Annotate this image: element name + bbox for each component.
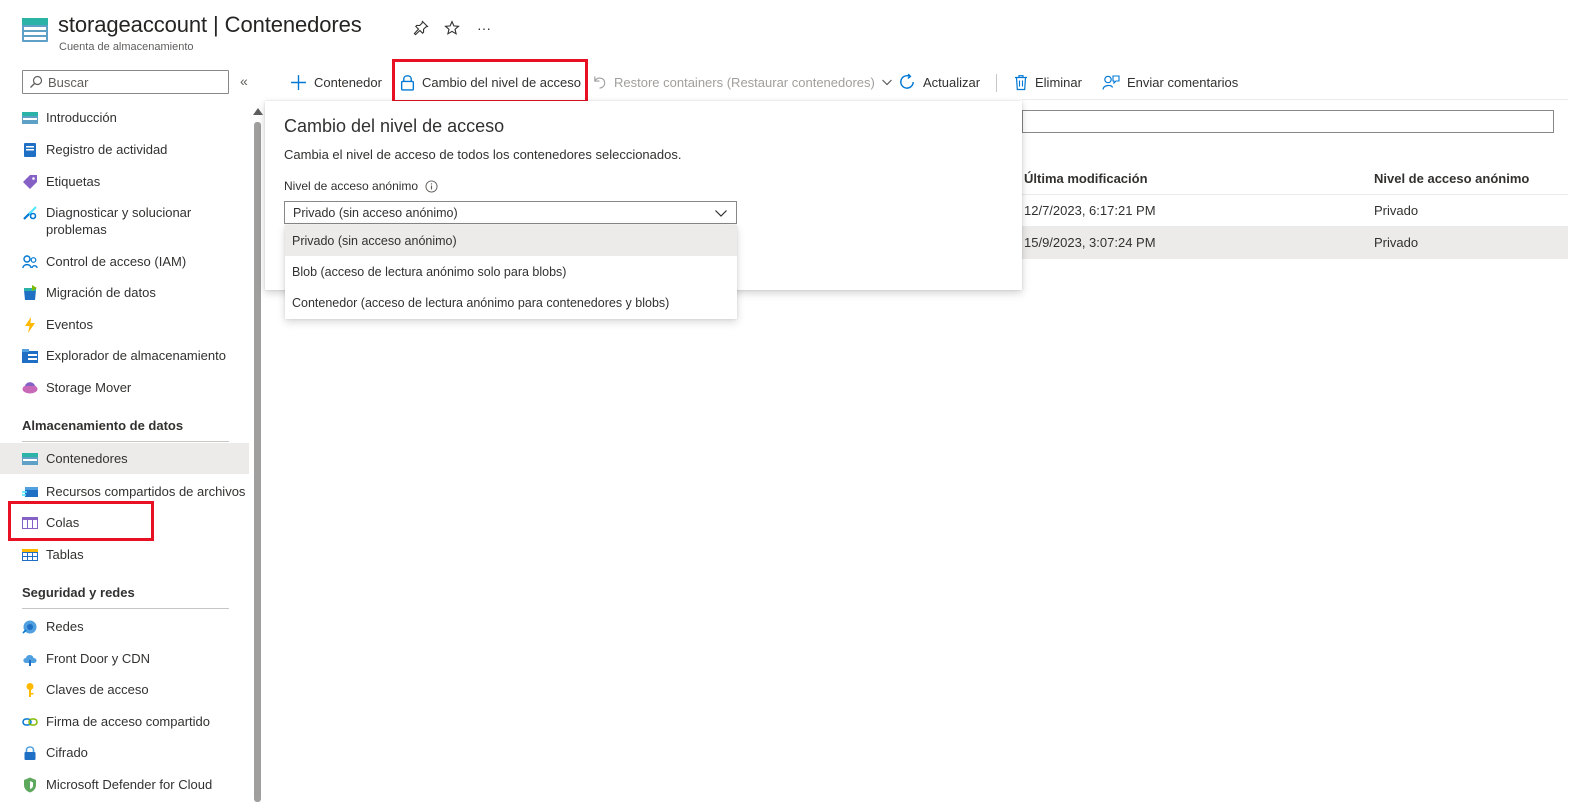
filter-input[interactable]: [1022, 110, 1554, 133]
panel-description: Cambia el nivel de acceso de todos los c…: [284, 147, 682, 162]
toolbar-separator: [996, 74, 997, 92]
collapse-sidebar-button[interactable]: «: [240, 73, 248, 89]
sidebar-item-activity-log[interactable]: Registro de actividad: [0, 141, 249, 158]
sidebar-item-networking[interactable]: Redes: [0, 618, 249, 635]
info-icon[interactable]: [425, 179, 438, 193]
activity-log-icon: [24, 143, 36, 157]
file-share-icon: [22, 487, 38, 497]
section-divider: [22, 441, 229, 442]
sidebar-search[interactable]: [22, 70, 229, 94]
dropdown-selected-value: Privado (sin acceso anónimo): [293, 205, 458, 220]
sidebar-item-defender[interactable]: Microsoft Defender for Cloud: [0, 776, 249, 793]
toolbar-divider: [1022, 99, 1568, 100]
pin-button[interactable]: [411, 18, 431, 38]
access-level-label: Nivel de acceso anónimo: [284, 179, 438, 193]
sidebar-item-containers[interactable]: Contenedores: [0, 443, 249, 474]
cell-last-modified: 15/9/2023, 3:07:24 PM: [1024, 235, 1156, 250]
option-blob[interactable]: Blob (acceso de lectura anónimo solo par…: [285, 256, 737, 287]
sidebar-item-front-door[interactable]: Front Door y CDN: [0, 650, 249, 667]
undo-icon: [594, 76, 606, 89]
sidebar-item-tags[interactable]: Etiquetas: [0, 173, 249, 190]
pin-icon: [413, 20, 429, 36]
queue-icon: [22, 517, 38, 529]
sidebar-search-input[interactable]: [48, 74, 218, 90]
access-level-dropdown[interactable]: Privado (sin acceso anónimo): [284, 201, 737, 224]
sidebar-item-storage-mover[interactable]: Storage Mover: [0, 379, 249, 396]
sidebar-item-data-migration[interactable]: Migración de datos: [0, 284, 249, 301]
delete-button[interactable]: Eliminar: [1014, 66, 1082, 98]
highlight-change-access: [392, 59, 588, 103]
scroll-up-icon[interactable]: [253, 108, 263, 115]
key-icon: [26, 683, 34, 697]
link-icon: [22, 718, 38, 726]
cell-access-level: Privado: [1374, 235, 1419, 250]
sidebar-item-sas[interactable]: Firma de acceso compartido: [0, 713, 249, 730]
trash-icon: [1015, 74, 1027, 90]
tag-icon: [23, 175, 37, 189]
section-divider: [22, 608, 229, 609]
page-header: storageaccount | Contenedores Cuenta de …: [0, 0, 1587, 62]
data-migration-icon: [24, 285, 37, 300]
access-level-options: Privado (sin acceso anónimo) Blob (acces…: [285, 225, 737, 319]
plus-icon: [291, 74, 306, 90]
option-private[interactable]: Privado (sin acceso anónimo): [285, 225, 737, 256]
sidebar-item-tables[interactable]: Tablas: [0, 546, 249, 563]
lock-icon: [24, 746, 36, 760]
add-container-button[interactable]: Contenedor: [290, 66, 382, 98]
sidebar-item-overview[interactable]: Introducción: [0, 109, 249, 126]
page-subtitle: Cuenta de almacenamiento: [59, 41, 194, 53]
refresh-button[interactable]: Actualizar: [898, 66, 980, 98]
shield-icon: [24, 777, 36, 793]
column-header-access-level[interactable]: Nivel de acceso anónimo: [1374, 171, 1529, 186]
containers-icon: [22, 453, 38, 465]
storage-mover-icon: [22, 382, 38, 394]
cell-access-level: Privado: [1374, 203, 1419, 218]
network-icon: [22, 620, 37, 634]
chevron-down-icon: [881, 79, 892, 86]
table-icon: [22, 549, 38, 561]
sidebar-item-access-keys[interactable]: Claves de acceso: [0, 681, 249, 698]
cloud-icon: [23, 655, 37, 666]
sidebar-item-queues[interactable]: Colas: [0, 514, 249, 531]
send-feedback-button[interactable]: Enviar comentarios: [1102, 66, 1238, 98]
sidebar-item-encryption[interactable]: Cifrado: [0, 744, 249, 761]
refresh-icon: [900, 73, 914, 89]
scrollbar-thumb[interactable]: [254, 122, 261, 802]
lightning-icon: [25, 317, 35, 333]
storage-account-icon: [22, 18, 48, 42]
restore-containers-button[interactable]: Restore containers (Restaurar contenedor…: [592, 66, 900, 98]
panel-title: Cambio del nivel de acceso: [284, 116, 505, 136]
sidebar-item-events[interactable]: Eventos: [0, 316, 249, 333]
column-header-last-modified[interactable]: Última modificación: [1024, 171, 1148, 186]
sidebar-item-iam[interactable]: Control de acceso (IAM): [0, 253, 249, 270]
search-icon: [30, 75, 43, 88]
sidebar-scrollbar[interactable]: [252, 106, 263, 803]
sidebar-item-storage-explorer[interactable]: Explorador de almacenamiento: [0, 347, 249, 364]
storage-explorer-icon: [22, 349, 38, 363]
section-security-networking: Seguridad y redes: [22, 585, 135, 600]
cell-last-modified: 12/7/2023, 6:17:21 PM: [1024, 203, 1156, 218]
page-title: storageaccount | Contenedores: [58, 12, 362, 37]
favorite-button[interactable]: [442, 18, 462, 38]
sidebar: « Introducción Registro de actividad Eti…: [0, 62, 263, 803]
people-icon: [22, 255, 38, 269]
storage-overview-icon: [22, 112, 38, 124]
sidebar-item-file-shares[interactable]: Recursos compartidos de archivos: [0, 483, 249, 500]
wrench-icon: [23, 206, 37, 220]
star-icon: [444, 20, 460, 35]
table-row[interactable]: 15/9/2023, 3:07:24 PM Privado: [1022, 227, 1568, 259]
feedback-icon: [1102, 74, 1120, 90]
option-container[interactable]: Contenedor (acceso de lectura anónimo pa…: [285, 287, 737, 318]
section-data-storage: Almacenamiento de datos: [22, 418, 184, 433]
chevron-down-icon: [715, 210, 727, 217]
more-button[interactable]: ···: [474, 18, 494, 38]
table-row[interactable]: 12/7/2023, 6:17:21 PM Privado: [1022, 195, 1568, 227]
sidebar-item-diagnose[interactable]: Diagnosticar y solucionar problemas: [0, 204, 249, 238]
